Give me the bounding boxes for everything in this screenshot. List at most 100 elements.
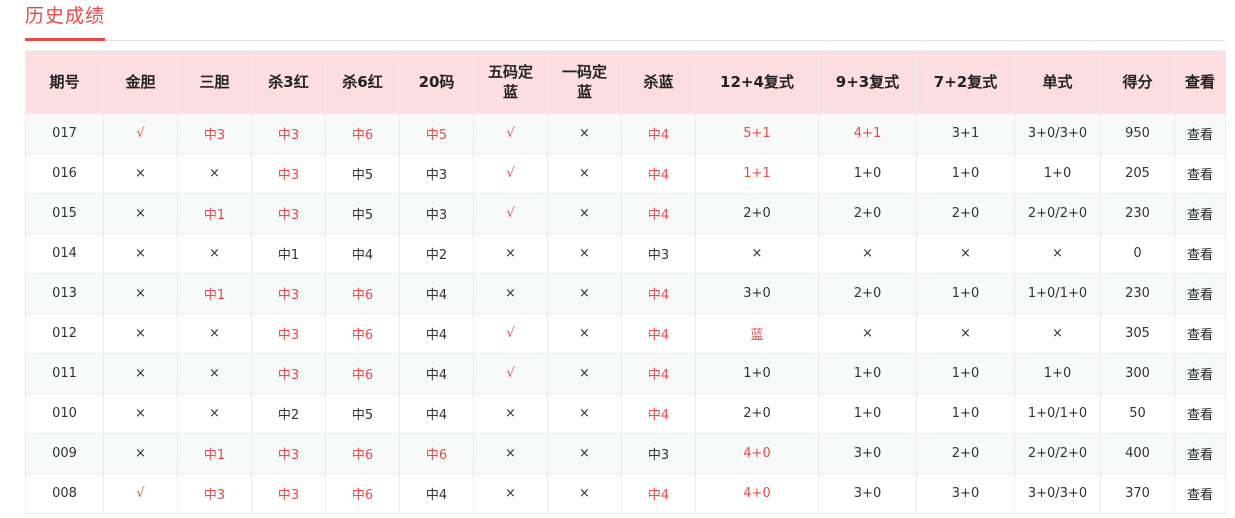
table-row: 008 √ 中3 中3 中6 中4 × × 中4 4+0 3+0 3+0 3+0/3+0 370 查看 bbox=[25, 473, 1226, 514]
column-header-label: 7+2复式 bbox=[933, 73, 998, 91]
cell-danshi: 1+0/1+0 bbox=[1014, 273, 1101, 314]
cell-ma20: 中2 bbox=[399, 233, 474, 274]
cell-sha6hong: 中6 bbox=[325, 353, 400, 394]
cell-fushi12_4: 1+0 bbox=[695, 353, 819, 394]
cell-yimadinglan: × bbox=[547, 273, 622, 314]
cell-fushi12_4: 4+0 bbox=[695, 433, 819, 474]
cell-shalan: 中4 bbox=[621, 193, 696, 234]
view-link[interactable]: 查看 bbox=[1174, 273, 1226, 314]
cell-danshi: 1+0 bbox=[1014, 353, 1101, 394]
cell-sha3hong: 中3 bbox=[251, 193, 326, 234]
cell-sandan: × bbox=[177, 153, 252, 194]
cell-period: 009 bbox=[25, 433, 104, 474]
cell-wumadinglan: √ bbox=[473, 353, 548, 394]
column-header-label: 20码 bbox=[418, 73, 455, 91]
cell-fushi12_4: 蓝 bbox=[695, 313, 819, 354]
cell-fushi7_2: 3+1 bbox=[916, 113, 1015, 154]
table-row: 012 × × 中3 中6 中4 √ × 中4 蓝 × × × 305 查看 bbox=[25, 313, 1226, 354]
cell-ma20: 中6 bbox=[399, 433, 474, 474]
cell-fushi9_3: 2+0 bbox=[818, 193, 917, 234]
cell-wumadinglan: × bbox=[473, 393, 548, 434]
view-link[interactable]: 查看 bbox=[1174, 433, 1226, 474]
column-header-label: 杀3红 bbox=[268, 73, 309, 91]
cell-danshi: 2+0/2+0 bbox=[1014, 433, 1101, 474]
cell-fushi9_3: 3+0 bbox=[818, 433, 917, 474]
column-header-shalan: 杀蓝 bbox=[621, 50, 696, 114]
cell-sha6hong: 中5 bbox=[325, 193, 400, 234]
cell-score: 400 bbox=[1100, 433, 1175, 474]
cell-wumadinglan: √ bbox=[473, 113, 548, 154]
cell-score: 205 bbox=[1100, 153, 1175, 194]
cell-score: 300 bbox=[1100, 353, 1175, 394]
cell-sha6hong: 中5 bbox=[325, 393, 400, 434]
cell-sha3hong: 中3 bbox=[251, 113, 326, 154]
table-row: 009 × 中1 中3 中6 中6 × × 中3 4+0 3+0 2+0 2+0/2+0 400 查看 bbox=[25, 433, 1226, 474]
column-header-sha3hong: 杀3红 bbox=[251, 50, 326, 114]
column-header-jindan: 金胆 bbox=[103, 50, 178, 114]
cell-period: 013 bbox=[25, 273, 104, 314]
cell-danshi: 3+0/3+0 bbox=[1014, 113, 1101, 154]
cell-ma20: 中4 bbox=[399, 473, 474, 514]
cell-jindan: × bbox=[103, 353, 178, 394]
table-header: 期号 金胆 三胆 杀3红 杀6红 20码 五码定蓝一码定蓝杀蓝 12+4复式 9+3复式 7+2复… bbox=[25, 50, 1226, 114]
column-header-sandan: 三胆 bbox=[177, 50, 252, 114]
cell-period: 008 bbox=[25, 473, 104, 514]
view-link[interactable]: 查看 bbox=[1174, 353, 1226, 394]
cell-fushi7_2: 2+0 bbox=[916, 193, 1015, 234]
cell-fushi12_4: 4+0 bbox=[695, 473, 819, 514]
column-header-wumadinglan: 五码定蓝 bbox=[473, 50, 548, 114]
cell-fushi9_3: × bbox=[818, 313, 917, 354]
view-link[interactable]: 查看 bbox=[1174, 113, 1226, 154]
cell-ma20: 中4 bbox=[399, 353, 474, 394]
cell-sha6hong: 中6 bbox=[325, 113, 400, 154]
cell-shalan: 中4 bbox=[621, 153, 696, 194]
cell-yimadinglan: × bbox=[547, 193, 622, 234]
view-link[interactable]: 查看 bbox=[1174, 193, 1226, 234]
column-header-yimadinglan: 一码定蓝 bbox=[547, 50, 622, 114]
view-link[interactable]: 查看 bbox=[1174, 153, 1226, 194]
cell-ma20: 中4 bbox=[399, 393, 474, 434]
cell-fushi7_2: 1+0 bbox=[916, 153, 1015, 194]
view-link[interactable]: 查看 bbox=[1174, 393, 1226, 434]
section-title: 历史成绩 bbox=[25, 5, 106, 27]
column-header-label: 一码定 bbox=[561, 63, 607, 81]
column-header-fushi7_2: 7+2复式 bbox=[916, 50, 1015, 114]
cell-sha6hong: 中6 bbox=[325, 313, 400, 354]
cell-sha3hong: 中3 bbox=[251, 433, 326, 474]
cell-yimadinglan: × bbox=[547, 393, 622, 434]
view-link[interactable]: 查看 bbox=[1174, 313, 1226, 354]
view-link[interactable]: 查看 bbox=[1174, 233, 1226, 274]
column-header-label: 金胆 bbox=[125, 73, 156, 91]
cell-jindan: × bbox=[103, 433, 178, 474]
cell-score: 230 bbox=[1100, 273, 1175, 314]
cell-jindan: × bbox=[103, 313, 178, 354]
table-row: 017 √ 中3 中3 中6 中5 √ × 中4 5+1 4+1 3+1 3+0/3+0 950 查看 bbox=[25, 113, 1226, 154]
cell-sandan: × bbox=[177, 353, 252, 394]
cell-fushi9_3: 2+0 bbox=[818, 273, 917, 314]
cell-wumadinglan: √ bbox=[473, 313, 548, 354]
cell-fushi9_3: 1+0 bbox=[818, 353, 917, 394]
table-row: 010 × × 中2 中5 中4 × × 中4 2+0 1+0 1+0 1+0/1+0 50 查看 bbox=[25, 393, 1226, 434]
cell-fushi7_2: 1+0 bbox=[916, 393, 1015, 434]
cell-shalan: 中4 bbox=[621, 393, 696, 434]
cell-sha3hong: 中3 bbox=[251, 473, 326, 514]
column-header-label: 杀6红 bbox=[342, 73, 383, 91]
header-row: 期号 金胆 三胆 杀3红 杀6红 20码 五码定蓝一码定蓝杀蓝 12+4复式 9+3复式 7+2复… bbox=[25, 50, 1226, 114]
cell-sandan: × bbox=[177, 233, 252, 274]
cell-fushi9_3: 3+0 bbox=[818, 473, 917, 514]
cell-danshi: × bbox=[1014, 233, 1101, 274]
cell-yimadinglan: × bbox=[547, 313, 622, 354]
cell-sha3hong: 中2 bbox=[251, 393, 326, 434]
cell-ma20: 中4 bbox=[399, 273, 474, 314]
cell-shalan: 中3 bbox=[621, 433, 696, 474]
cell-yimadinglan: × bbox=[547, 233, 622, 274]
cell-jindan: √ bbox=[103, 113, 178, 154]
cell-fushi12_4: 3+0 bbox=[695, 273, 819, 314]
column-header-label: 杀蓝 bbox=[643, 73, 674, 91]
cell-shalan: 中3 bbox=[621, 233, 696, 274]
cell-danshi: 2+0/2+0 bbox=[1014, 193, 1101, 234]
column-header-period: 期号 bbox=[25, 50, 104, 114]
cell-sandan: 中3 bbox=[177, 113, 252, 154]
cell-shalan: 中4 bbox=[621, 313, 696, 354]
view-link[interactable]: 查看 bbox=[1174, 473, 1226, 514]
